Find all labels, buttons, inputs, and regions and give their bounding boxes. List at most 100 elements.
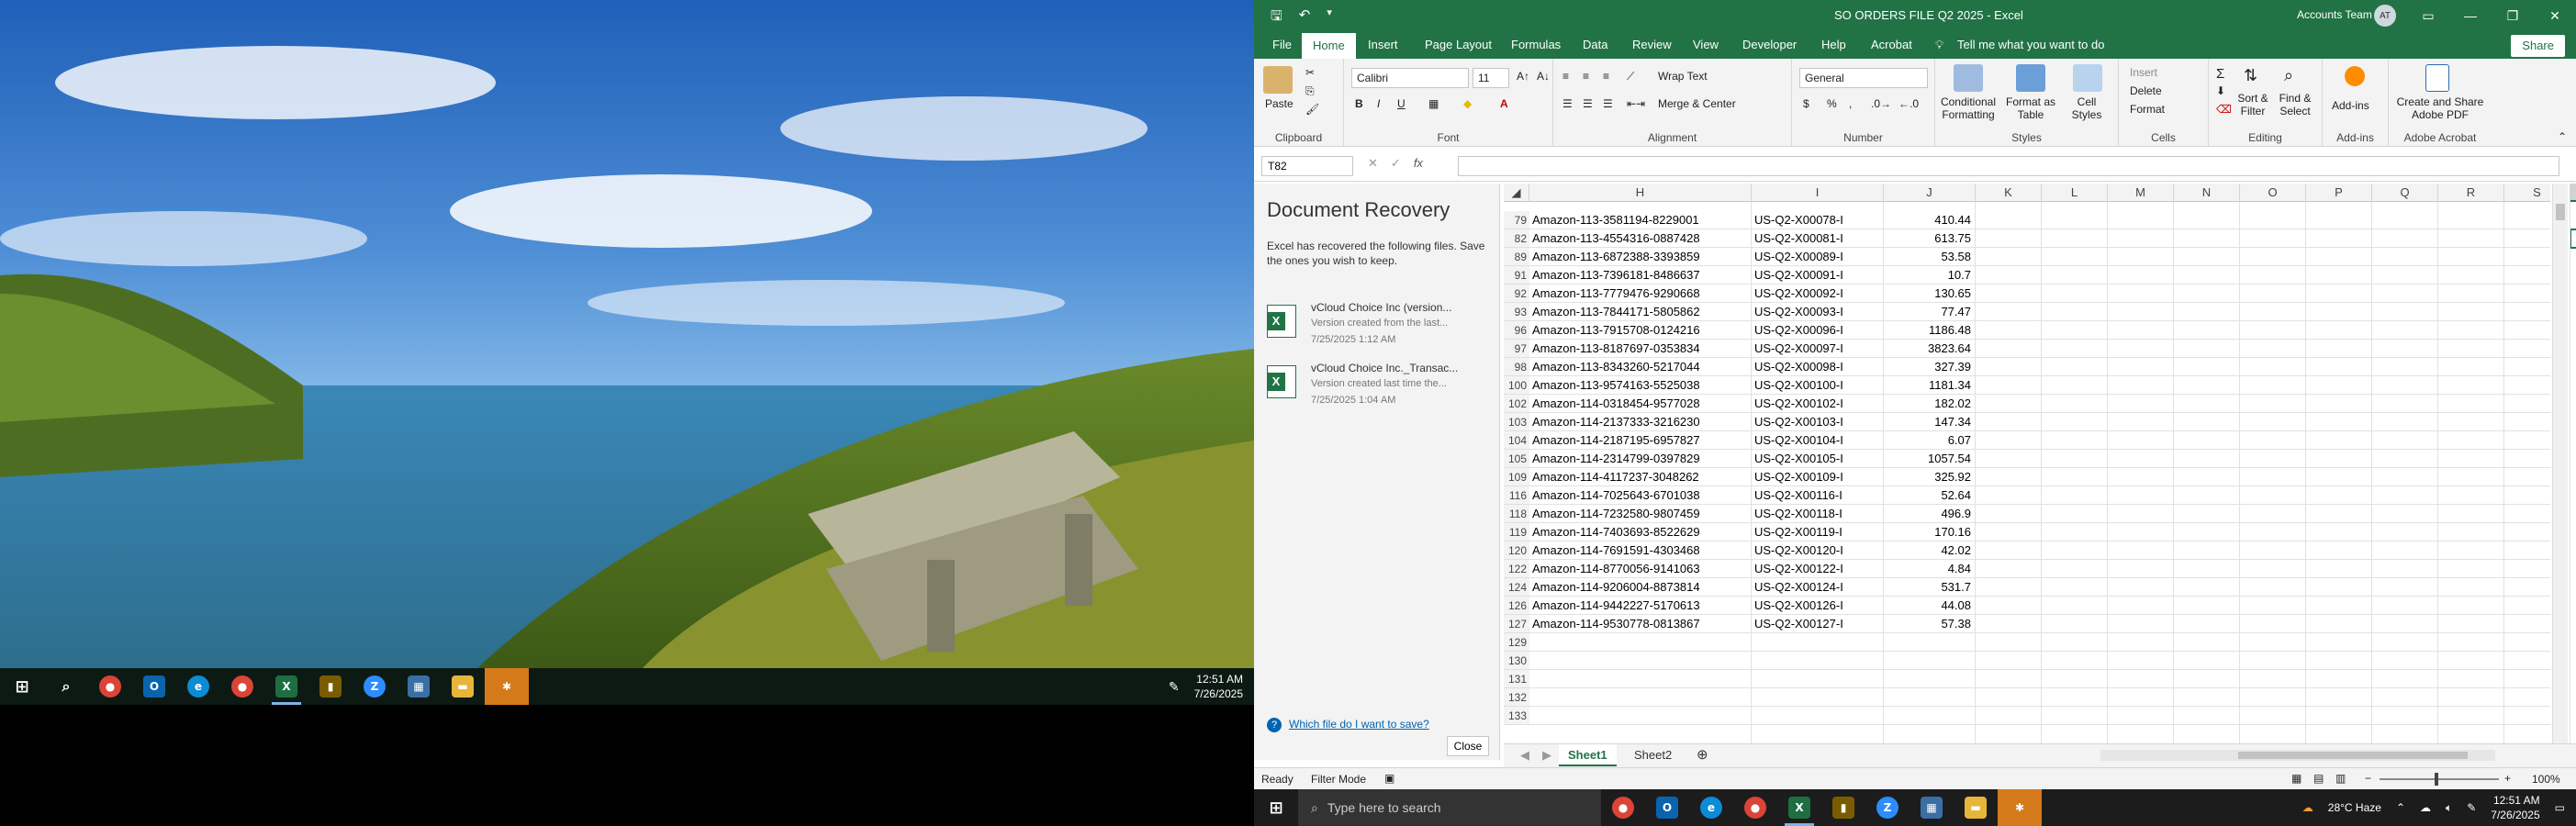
row-header[interactable]: 105 [1504, 450, 1529, 468]
row-header[interactable]: 132 [1504, 688, 1529, 707]
cell-h[interactable] [1532, 633, 1747, 652]
create-share-pdf-button[interactable]: Create and Share Adobe PDF [2392, 95, 2488, 121]
cell-i[interactable]: US-Q2-X00103-I [1754, 413, 1879, 431]
format-cells-button[interactable]: Format [2130, 103, 2165, 116]
cell-h[interactable]: Amazon-114-2137333-3216230 [1532, 413, 1747, 431]
tab-home[interactable]: Home [1302, 33, 1356, 59]
cell-j[interactable]: 3823.64 [1887, 340, 1971, 358]
taskbar-chrome[interactable]: ● [1601, 789, 1645, 826]
left-clock[interactable]: 12:51 AM 7/26/2025 [1194, 672, 1243, 701]
cell-h[interactable] [1532, 688, 1747, 707]
row-header[interactable]: 89 [1504, 248, 1529, 266]
zoom-in-icon[interactable]: + [2504, 772, 2511, 785]
cell-i[interactable]: US-Q2-X00102-I [1754, 395, 1879, 413]
taskbar-chrome[interactable]: ● [88, 668, 132, 705]
cell-j[interactable]: 327.39 [1887, 358, 1971, 376]
tab-insert[interactable]: Insert [1357, 31, 1409, 59]
taskbar-edge[interactable]: e [1689, 789, 1733, 826]
align-left-icon[interactable]: ☰ [1562, 97, 1573, 110]
page-break-view-icon[interactable]: ▥ [2335, 772, 2346, 785]
close-icon[interactable]: ✕ [2534, 0, 2576, 31]
recovery-close-button[interactable]: Close [1447, 736, 1489, 756]
cell-i[interactable]: US-Q2-X00104-I [1754, 431, 1879, 450]
cell-i[interactable]: US-Q2-X00100-I [1754, 376, 1879, 395]
taskbar-outlook[interactable]: O [132, 668, 176, 705]
wrap-text-button[interactable]: Wrap Text [1658, 70, 1708, 83]
cell-j[interactable] [1887, 688, 1971, 707]
row-header[interactable]: 97 [1504, 340, 1529, 358]
align-center-icon[interactable]: ☰ [1583, 97, 1593, 110]
sort-filter-button[interactable]: Sort & Filter [2234, 92, 2271, 117]
taskbar-chrome-2[interactable]: ● [1733, 789, 1777, 826]
minimize-icon[interactable]: — [2449, 0, 2492, 31]
cell-h[interactable]: Amazon-113-7915708-0124216 [1532, 321, 1747, 340]
cell-h[interactable]: Amazon-113-8343260-5217044 [1532, 358, 1747, 376]
taskbar-search-box[interactable]: ⌕ Type here to search [1298, 789, 1601, 826]
taskbar-outlook[interactable]: O [1645, 789, 1689, 826]
cut-icon[interactable]: ✂ [1305, 66, 1315, 79]
cell-h[interactable]: Amazon-114-7232580-9807459 [1532, 505, 1747, 523]
weather-icon[interactable]: ☁ [2302, 801, 2313, 814]
tab-file[interactable]: File [1261, 31, 1303, 59]
taskbar-edge[interactable]: e [176, 668, 220, 705]
cell-j[interactable]: 4.84 [1887, 560, 1971, 578]
cell-j[interactable]: 52.64 [1887, 486, 1971, 505]
column-header-j[interactable]: J [1884, 184, 1976, 202]
row-header[interactable]: 96 [1504, 321, 1529, 340]
cell-h[interactable] [1532, 670, 1747, 688]
active-cell-selection[interactable] [2570, 229, 2576, 249]
column-header-p[interactable]: P [2306, 184, 2372, 202]
search-button[interactable]: ⌕ [44, 668, 88, 705]
bold-icon[interactable]: B [1355, 97, 1363, 110]
cell-i[interactable]: US-Q2-X00109-I [1754, 468, 1879, 486]
cell-h[interactable]: Amazon-114-9206004-8873814 [1532, 578, 1747, 597]
tell-me-box[interactable]: Tell me what you want to do [1946, 31, 2115, 59]
row-header[interactable]: 120 [1504, 541, 1529, 560]
cell-h[interactable]: Amazon-113-8187697-0353834 [1532, 340, 1747, 358]
taskbar-file-explorer[interactable]: ▬ [441, 668, 485, 705]
italic-icon[interactable]: I [1377, 97, 1380, 110]
normal-view-icon[interactable]: ▦ [2291, 772, 2302, 785]
volume-icon[interactable]: 🔈︎ [2446, 801, 2452, 815]
taskbar-file-explorer[interactable]: ▬ [1954, 789, 1998, 826]
format-painter-icon[interactable]: 🖌︎ [1305, 103, 1319, 116]
comma-icon[interactable]: , [1849, 97, 1852, 110]
cell-i[interactable]: US-Q2-X00093-I [1754, 303, 1879, 321]
cell-h[interactable]: Amazon-113-9574163-5525038 [1532, 376, 1747, 395]
cell-i[interactable]: US-Q2-X00126-I [1754, 597, 1879, 615]
conditional-formatting-icon[interactable] [1954, 64, 1983, 92]
increase-font-icon[interactable]: A↑ [1517, 70, 1529, 83]
tab-acrobat[interactable]: Acrobat [1860, 31, 1923, 59]
find-icon[interactable]: ⌕ [2284, 66, 2293, 85]
zoom-slider-thumb[interactable] [2435, 773, 2438, 786]
recovered-file-2[interactable]: vCloud Choice Inc._Transac... Version cr… [1267, 362, 1492, 424]
enter-icon[interactable]: ✓ [1391, 156, 1414, 170]
decrease-decimal-icon[interactable]: ←.0 [1898, 97, 1919, 110]
select-all-corner[interactable]: ◢ [1504, 184, 1529, 202]
column-header-h[interactable]: H [1529, 184, 1752, 202]
column-header-t[interactable]: T [2570, 184, 2576, 202]
cell-i[interactable]: US-Q2-X00098-I [1754, 358, 1879, 376]
cell-j[interactable]: 6.07 [1887, 431, 1971, 450]
insert-cells-button[interactable]: Insert [2130, 66, 2157, 79]
add-ins-button[interactable]: Add-ins [2332, 99, 2369, 112]
zoom-slider[interactable] [2380, 773, 2499, 786]
tab-data[interactable]: Data [1572, 31, 1618, 59]
cell-i[interactable]: US-Q2-X00116-I [1754, 486, 1879, 505]
next-sheet-icon[interactable]: ▶ [1533, 744, 1561, 766]
font-name-select[interactable]: Calibri [1351, 68, 1469, 88]
cell-i[interactable] [1754, 688, 1879, 707]
cell-j[interactable]: 613.75 [1887, 229, 1971, 248]
align-top-icon[interactable]: ≡ [1562, 70, 1569, 83]
cell-i[interactable]: US-Q2-X00096-I [1754, 321, 1879, 340]
sheet-tab-sheet1[interactable]: Sheet1 [1559, 744, 1617, 766]
network-icon[interactable]: ☁ [2420, 801, 2431, 814]
format-as-table-icon[interactable] [2016, 64, 2045, 92]
row-header[interactable]: 129 [1504, 633, 1529, 652]
cell-i[interactable]: US-Q2-X00078-I [1754, 211, 1879, 229]
which-file-help-link[interactable]: Which file do I want to save? [1289, 718, 1429, 731]
cell-j[interactable]: 1186.48 [1887, 321, 1971, 340]
recovered-file-1[interactable]: vCloud Choice Inc (version... Version cr… [1267, 301, 1492, 363]
cell-h[interactable]: Amazon-114-4117237-3048262 [1532, 468, 1747, 486]
sheet-tab-sheet2[interactable]: Sheet2 [1625, 744, 1681, 766]
